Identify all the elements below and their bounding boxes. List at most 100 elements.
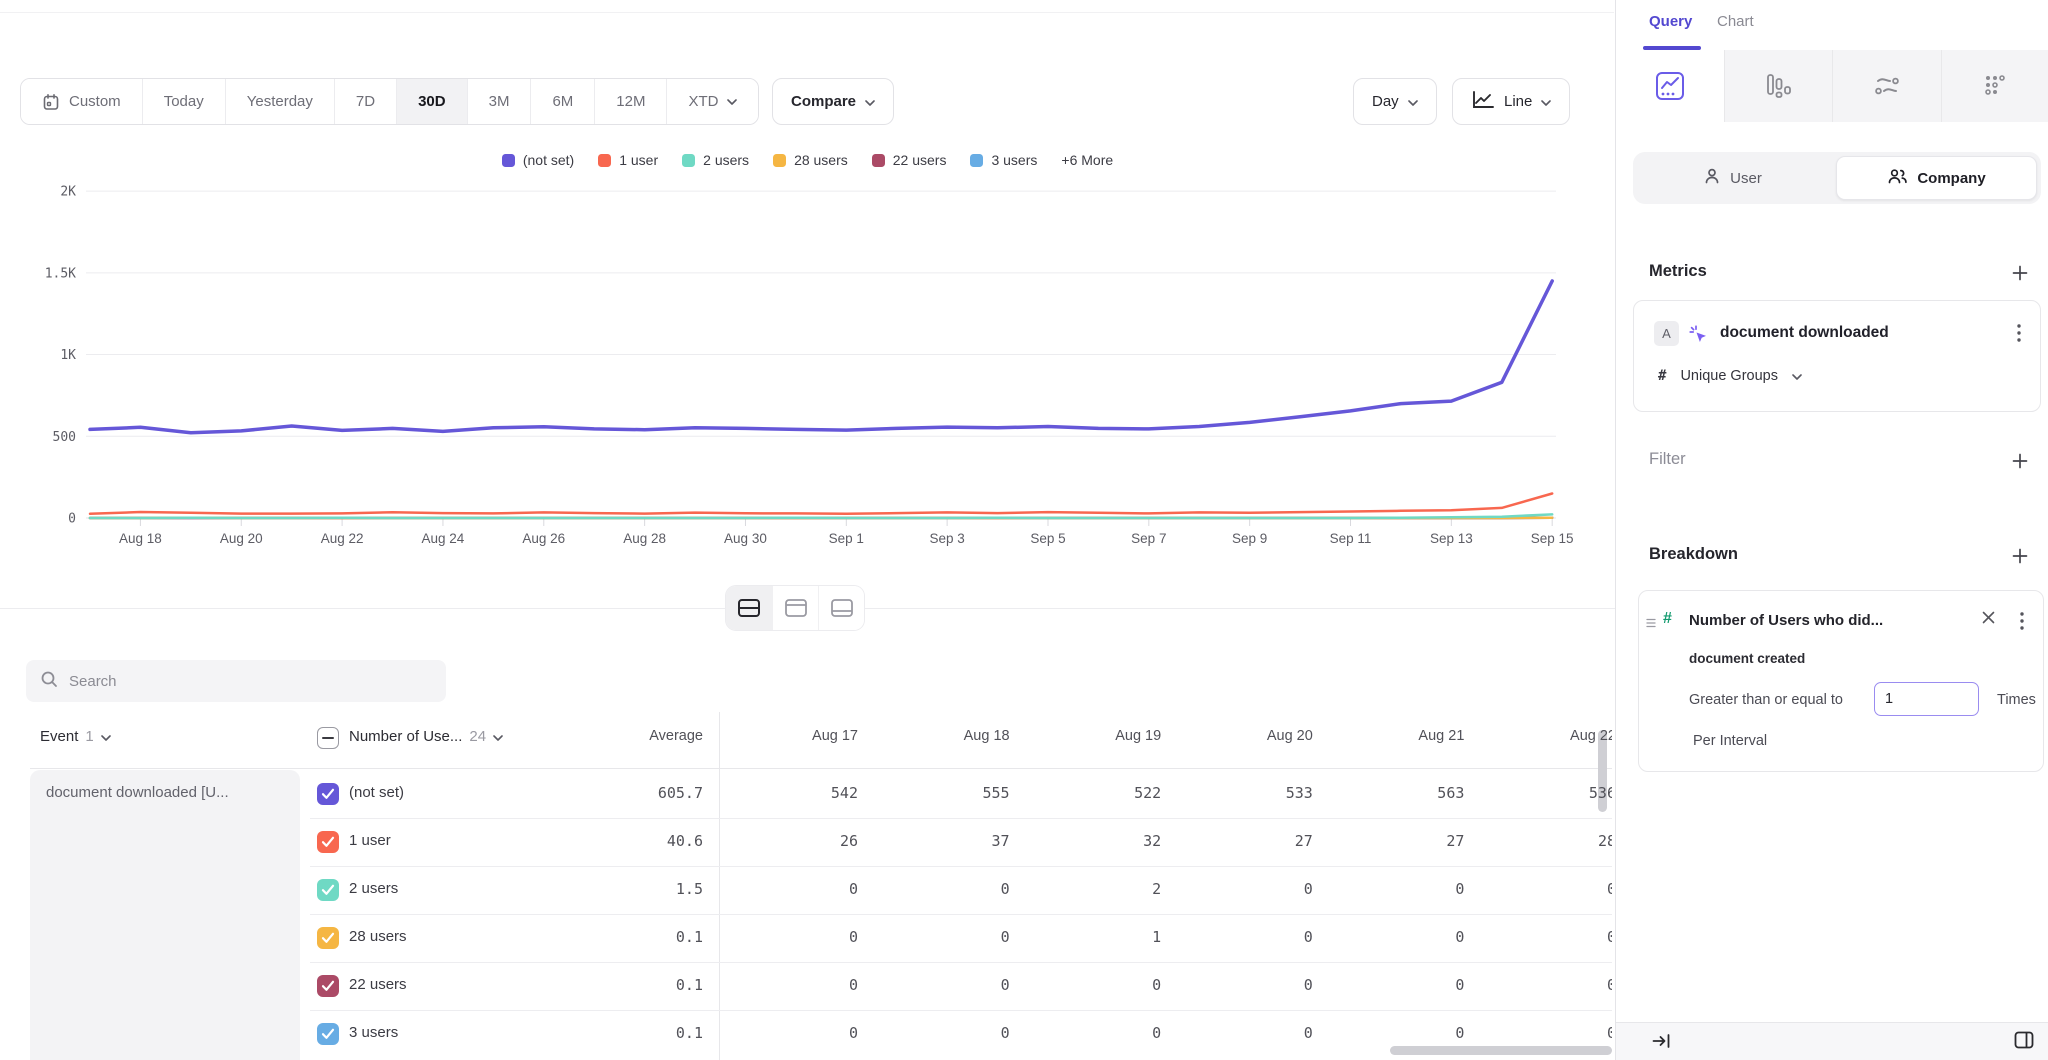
cell-value: 563 bbox=[1334, 784, 1464, 802]
panel-layout-icon[interactable] bbox=[2013, 1030, 2035, 1053]
chart-type-dropdown[interactable]: Line bbox=[1452, 78, 1570, 125]
range-custom[interactable]: Custom bbox=[21, 79, 142, 124]
row-checkbox[interactable] bbox=[317, 927, 339, 949]
svg-text:0: 0 bbox=[68, 512, 76, 527]
layout-toggle-group bbox=[726, 586, 864, 630]
cell-value: 0 bbox=[1334, 976, 1464, 994]
cell-value: 0 bbox=[1183, 976, 1313, 994]
range-label: Custom bbox=[69, 93, 121, 110]
interval-dropdown[interactable]: Day bbox=[1353, 78, 1437, 125]
range-yesterday[interactable]: Yesterday bbox=[225, 79, 334, 124]
line-chart[interactable]: 2K1.5K1K5000Aug 18Aug 20Aug 22Aug 24Aug … bbox=[0, 140, 1615, 560]
row-divider bbox=[310, 818, 1612, 819]
horizontal-scrollbar[interactable] bbox=[1390, 1046, 1612, 1055]
range-today[interactable]: Today bbox=[142, 79, 225, 124]
add-metric-button[interactable] bbox=[2009, 262, 2031, 284]
event-header-label: Event bbox=[40, 728, 78, 745]
date-column-header[interactable]: Aug 20 bbox=[1183, 728, 1313, 744]
cell-value: 37 bbox=[880, 832, 1010, 850]
svg-text:500: 500 bbox=[53, 430, 76, 445]
cell-value: 0 bbox=[728, 976, 858, 994]
close-icon[interactable] bbox=[1982, 611, 1995, 627]
svg-text:Sep 3: Sep 3 bbox=[929, 531, 964, 546]
metrics-section-header: Metrics bbox=[1616, 262, 2048, 288]
date-column-header[interactable]: Aug 18 bbox=[880, 728, 1010, 744]
date-range-group: Custom TodayYesterday 7D 30D3M 6M 12M XTD bbox=[20, 78, 759, 125]
event-name-cell[interactable]: document downloaded [U... bbox=[30, 770, 300, 1060]
metric-card[interactable]: A document downloaded # Unique Groups bbox=[1633, 300, 2041, 412]
query-panel: Query Chart User C bbox=[1615, 0, 2048, 1060]
range-12m[interactable]: 12M bbox=[594, 79, 666, 124]
range-xtd[interactable]: XTD bbox=[666, 79, 758, 124]
layout-top-button[interactable] bbox=[772, 586, 818, 630]
range-label: 7D bbox=[356, 93, 375, 110]
event-column-header[interactable]: Event 1 bbox=[40, 728, 111, 745]
chart-type-line-tab[interactable] bbox=[1616, 50, 1724, 122]
breakdown-event-name[interactable]: document created bbox=[1689, 651, 1805, 666]
chart-type-bar-tab[interactable] bbox=[1724, 50, 1833, 122]
user-toggle[interactable]: User bbox=[1633, 152, 1832, 204]
group-count: 24 bbox=[469, 728, 486, 745]
cell-value: 0 bbox=[880, 880, 1010, 898]
row-checkbox[interactable] bbox=[317, 831, 339, 853]
date-column-header[interactable]: Aug 21 bbox=[1334, 728, 1464, 744]
collapse-panel-icon[interactable] bbox=[1651, 1031, 1672, 1054]
company-toggle-label: Company bbox=[1917, 170, 1985, 187]
search-input[interactable] bbox=[69, 673, 446, 690]
row-checkbox[interactable] bbox=[317, 1023, 339, 1045]
group-header-label: Number of Use... bbox=[349, 728, 462, 745]
compare-button[interactable]: Compare bbox=[772, 78, 894, 125]
range-6m[interactable]: 6M bbox=[530, 79, 594, 124]
svg-text:1K: 1K bbox=[60, 348, 76, 363]
breakdown-card[interactable]: # Number of Users who did... document cr… bbox=[1638, 590, 2044, 772]
aggregation-dropdown[interactable]: # Unique Groups bbox=[1658, 367, 1802, 385]
add-breakdown-button[interactable] bbox=[2009, 545, 2031, 567]
select-all-checkbox[interactable] bbox=[317, 727, 339, 749]
svg-text:Sep 5: Sep 5 bbox=[1030, 531, 1065, 546]
times-value-input[interactable] bbox=[1874, 682, 1979, 716]
cell-value: 1 bbox=[1031, 928, 1161, 946]
metric-options-icon[interactable] bbox=[2008, 322, 2030, 346]
user-icon bbox=[1703, 167, 1721, 189]
tab-chart[interactable]: Chart bbox=[1717, 13, 1754, 30]
date-column-header[interactable]: Aug 22 bbox=[1486, 728, 1612, 744]
range-label: 12M bbox=[616, 93, 645, 110]
average-column-header[interactable]: Average bbox=[573, 728, 703, 744]
metric-letter-badge: A bbox=[1654, 321, 1679, 346]
breakdown-options-icon[interactable] bbox=[2011, 610, 2033, 634]
average-value: 40.6 bbox=[573, 832, 703, 850]
cell-value: 27 bbox=[1183, 832, 1313, 850]
add-filter-button[interactable] bbox=[2009, 450, 2031, 472]
group-column-header[interactable]: Number of Use... 24 bbox=[349, 728, 503, 745]
row-divider bbox=[310, 914, 1612, 915]
range-7d[interactable]: 7D bbox=[334, 79, 396, 124]
per-interval-label[interactable]: Per Interval bbox=[1693, 733, 1767, 749]
search-box bbox=[26, 660, 446, 702]
layout-split-button[interactable] bbox=[726, 586, 772, 630]
cell-value: 0 bbox=[728, 880, 858, 898]
date-column-header[interactable]: Aug 17 bbox=[728, 728, 858, 744]
company-toggle[interactable]: Company bbox=[1836, 156, 2037, 200]
times-unit-label: Times bbox=[1997, 692, 2036, 708]
breakdown-condition-label[interactable]: Greater than or equal to bbox=[1689, 692, 1843, 708]
cell-value: 0 bbox=[1183, 928, 1313, 946]
cell-value: 0 bbox=[1183, 1024, 1313, 1042]
svg-text:2K: 2K bbox=[60, 185, 76, 200]
range-30d[interactable]: 30D bbox=[396, 79, 467, 124]
date-column-header[interactable]: Aug 19 bbox=[1031, 728, 1161, 744]
cell-value: 0 bbox=[1486, 976, 1612, 994]
drag-handle-icon[interactable] bbox=[1646, 615, 1656, 633]
table-area: Event 1 Number of Use... 24 Average docu… bbox=[0, 712, 1612, 1060]
chart-type-grid-tab[interactable] bbox=[1941, 50, 2048, 122]
layout-bottom-button[interactable] bbox=[818, 586, 864, 630]
row-checkbox[interactable] bbox=[317, 975, 339, 997]
average-value: 0.1 bbox=[573, 1024, 703, 1042]
average-value: 605.7 bbox=[573, 784, 703, 802]
range-3m[interactable]: 3M bbox=[467, 79, 531, 124]
chart-type-flow-tab[interactable] bbox=[1832, 50, 1941, 122]
filter-section-header: Filter bbox=[1616, 450, 2048, 476]
row-checkbox[interactable] bbox=[317, 879, 339, 901]
tab-query[interactable]: Query bbox=[1649, 13, 1692, 30]
row-checkbox[interactable] bbox=[317, 783, 339, 805]
range-label: 6M bbox=[552, 93, 573, 110]
